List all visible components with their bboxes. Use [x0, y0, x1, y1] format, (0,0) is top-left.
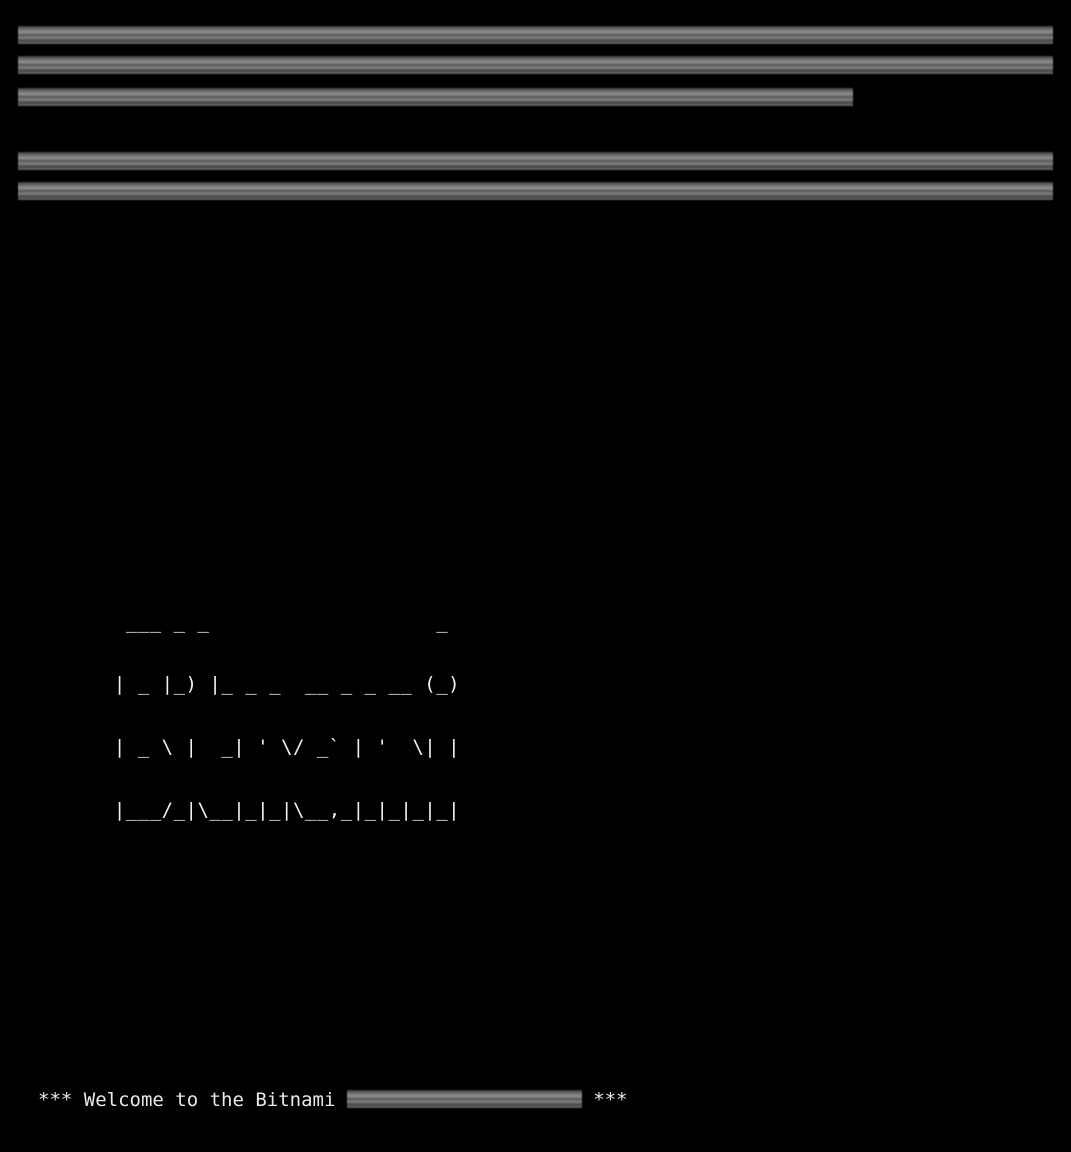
redacted-line-4: [18, 152, 1053, 170]
ascii-line-3: | _ \ | _| ' \/ _` | ' \| |: [90, 737, 1071, 758]
redacted-line-5: [18, 182, 1053, 200]
ascii-line-1: ___ _ _ _: [90, 612, 1071, 633]
redacted-line-1: [18, 26, 1053, 44]
motd: *** Welcome to the Bitnami *** *** Docum…: [0, 988, 1071, 1152]
ascii-art-logo: ___ _ _ _ | _ |_) |_ _ _ __ _ _ __ (_) |…: [0, 345, 1071, 862]
motd-welcome-prefix: *** Welcome to the Bitnami: [38, 1089, 347, 1111]
ascii-line-4: |___/_|\__|_|_|\__,_|_|_|_|_|: [90, 800, 1071, 821]
ascii-line-2: | _ |_) |_ _ _ __ _ _ __ (_): [90, 674, 1071, 695]
redacted-app-name: [347, 1090, 582, 1108]
motd-welcome-suffix: ***: [582, 1089, 628, 1111]
terminal[interactable]: ___ _ _ _ | _ |_) |_ _ _ __ _ _ __ (_) |…: [0, 0, 1071, 1152]
redacted-line-3: [18, 88, 853, 106]
redacted-line-2: [18, 56, 1053, 74]
motd-welcome: *** Welcome to the Bitnami ***: [38, 1085, 1071, 1116]
